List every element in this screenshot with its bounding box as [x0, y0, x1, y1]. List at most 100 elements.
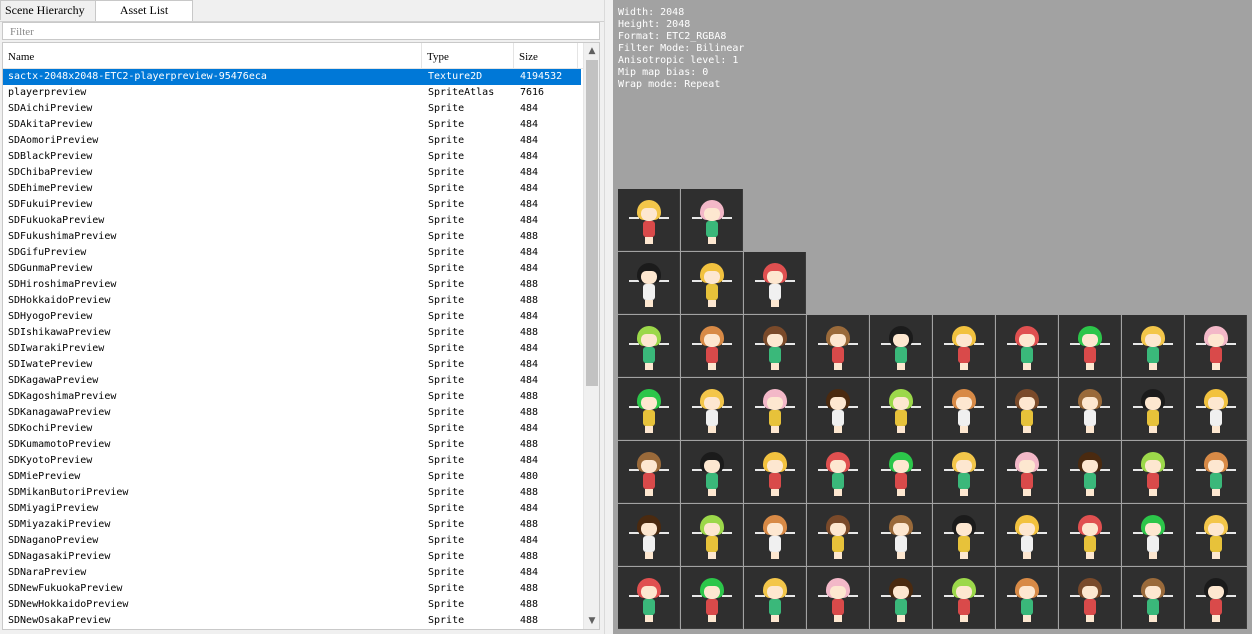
- column-header-type[interactable]: Type: [422, 43, 514, 68]
- sprite-body: [706, 284, 718, 300]
- sprite-thumbnail: [996, 441, 1058, 503]
- cell-size: 488: [520, 231, 539, 242]
- sprite-face: [956, 334, 972, 347]
- table-row[interactable]: SDKagoshimaPreview Sprite 488: [3, 389, 581, 405]
- scroll-up-arrow-icon[interactable]: ▲: [584, 43, 599, 59]
- table-row[interactable]: SDKanagawaPreview Sprite 488: [3, 405, 581, 421]
- table-row[interactable]: SDAkitaPreview Sprite 484: [3, 117, 581, 133]
- scrollbar-thumb[interactable]: [586, 60, 598, 386]
- cell-name: SDMiePreview: [8, 471, 81, 482]
- table-row[interactable]: SDGunmaPreview Sprite 484: [3, 261, 581, 277]
- column-header-name[interactable]: Name: [3, 43, 422, 68]
- table-row[interactable]: SDAomoriPreview Sprite 484: [3, 133, 581, 149]
- sprite-wing: [848, 469, 858, 471]
- sprite-legs: [771, 489, 779, 496]
- sprite-thumbnail: [1185, 315, 1247, 377]
- sprite-wing: [911, 406, 921, 408]
- sprite-face: [767, 334, 783, 347]
- table-row[interactable]: SDKagawaPreview Sprite 484: [3, 373, 581, 389]
- table-row[interactable]: SDKyotoPreview Sprite 484: [3, 453, 581, 469]
- sprite-body: [1021, 347, 1033, 363]
- table-row[interactable]: SDNewFukuokaPreview Sprite 488: [3, 581, 581, 597]
- sprite-face: [1019, 334, 1035, 347]
- table-row[interactable]: SDKumamotoPreview Sprite 488: [3, 437, 581, 453]
- table-row[interactable]: SDChibaPreview Sprite 484: [3, 165, 581, 181]
- table-row[interactable]: SDMiePreview Sprite 480: [3, 469, 581, 485]
- sprite-thumbnail: [1059, 441, 1121, 503]
- sprite-face: [704, 523, 720, 536]
- sprite-body: [769, 536, 781, 552]
- sprite-thumbnail: [744, 252, 806, 314]
- cell-name: SDMikanButoriPreview: [8, 487, 129, 498]
- cell-name: SDIwatePreview: [8, 359, 93, 370]
- table-row[interactable]: SDNewHokkaidoPreview Sprite 488: [3, 597, 581, 613]
- sprite-face: [767, 397, 783, 410]
- table-row[interactable]: SDHyogoPreview Sprite 484: [3, 309, 581, 325]
- sprite-body: [1147, 347, 1159, 363]
- sprite-body: [643, 410, 655, 426]
- table-row[interactable]: SDGifuPreview Sprite 484: [3, 245, 581, 261]
- panel-splitter[interactable]: [604, 0, 613, 634]
- tab-scene-hierarchy[interactable]: Scene Hierarchy: [0, 0, 96, 20]
- table-row[interactable]: SDIshikawaPreview Sprite 488: [3, 325, 581, 341]
- table-row[interactable]: SDIwarakiPreview Sprite 484: [3, 341, 581, 357]
- table-row[interactable]: SDFukuokaPreview Sprite 484: [3, 213, 581, 229]
- sprite-thumbnail: [1122, 315, 1184, 377]
- sprite-face: [1145, 523, 1161, 536]
- sprite-thumbnail: [618, 378, 680, 440]
- table-row[interactable]: SDNaraPreview Sprite 484: [3, 565, 581, 581]
- vertical-scrollbar[interactable]: ▲ ▼: [583, 43, 599, 629]
- sprite-body: [832, 599, 844, 615]
- column-header-size[interactable]: Size: [514, 43, 578, 68]
- sprite-legs: [708, 489, 716, 496]
- sprite-legs: [1086, 426, 1094, 433]
- table-row[interactable]: SDMiyazakiPreview Sprite 488: [3, 517, 581, 533]
- cell-type: Sprite: [428, 407, 465, 418]
- sprite-face: [830, 586, 846, 599]
- sprite-legs: [834, 363, 842, 370]
- sprite-thumbnail: [618, 441, 680, 503]
- table-row[interactable]: SDAichiPreview Sprite 484: [3, 101, 581, 117]
- cell-name: sactx-2048x2048-ETC2-playerpreview-95476…: [8, 71, 267, 82]
- scroll-down-arrow-icon[interactable]: ▼: [584, 613, 599, 629]
- sprite-legs: [897, 615, 905, 622]
- table-row[interactable]: SDHiroshimaPreview Sprite 488: [3, 277, 581, 293]
- sprite-face: [641, 586, 657, 599]
- table-row[interactable]: playerpreview SpriteAtlas 7616: [3, 85, 581, 101]
- tab-asset-list[interactable]: Asset List: [95, 0, 193, 21]
- sprite-thumbnail: [933, 504, 995, 566]
- table-row[interactable]: SDMiyagiPreview Sprite 484: [3, 501, 581, 517]
- cell-type: Sprite: [428, 279, 465, 290]
- table-row[interactable]: SDBlackPreview Sprite 484: [3, 149, 581, 165]
- table-row[interactable]: SDIwatePreview Sprite 484: [3, 357, 581, 373]
- cell-type: Sprite: [428, 295, 465, 306]
- table-row[interactable]: SDKochiPreview Sprite 484: [3, 421, 581, 437]
- table-row[interactable]: SDMikanButoriPreview Sprite 488: [3, 485, 581, 501]
- table-row[interactable]: SDHokkaidoPreview Sprite 488: [3, 293, 581, 309]
- table-row[interactable]: SDNaganoPreview Sprite 484: [3, 533, 581, 549]
- sprite-wing: [1100, 469, 1110, 471]
- sprite-body: [643, 473, 655, 489]
- cell-size: 484: [520, 455, 539, 466]
- sprite-legs: [834, 615, 842, 622]
- table-row[interactable]: SDFukuiPreview Sprite 484: [3, 197, 581, 213]
- sprite-face: [830, 397, 846, 410]
- info-height: Height: 2048: [618, 19, 691, 30]
- table-row[interactable]: SDEhimePreview Sprite 484: [3, 181, 581, 197]
- sprite-wing: [911, 595, 921, 597]
- sprite-wing: [848, 343, 858, 345]
- table-row[interactable]: sactx-2048x2048-ETC2-playerpreview-95476…: [3, 69, 581, 85]
- sprite-thumbnail: [618, 189, 680, 251]
- sprite-body: [832, 410, 844, 426]
- cell-name: SDAkitaPreview: [8, 119, 93, 130]
- sprite-wing: [974, 595, 984, 597]
- sprite-thumbnail: [996, 378, 1058, 440]
- sprite-face: [956, 586, 972, 599]
- sprite-face: [641, 271, 657, 284]
- cell-size: 484: [520, 503, 539, 514]
- sprite-wing: [1037, 469, 1047, 471]
- filter-input[interactable]: Filter: [2, 22, 600, 40]
- table-row[interactable]: SDNagasakiPreview Sprite 488: [3, 549, 581, 565]
- table-row[interactable]: SDNewOsakaPreview Sprite 488: [3, 613, 581, 629]
- table-row[interactable]: SDFukushimaPreview Sprite 488: [3, 229, 581, 245]
